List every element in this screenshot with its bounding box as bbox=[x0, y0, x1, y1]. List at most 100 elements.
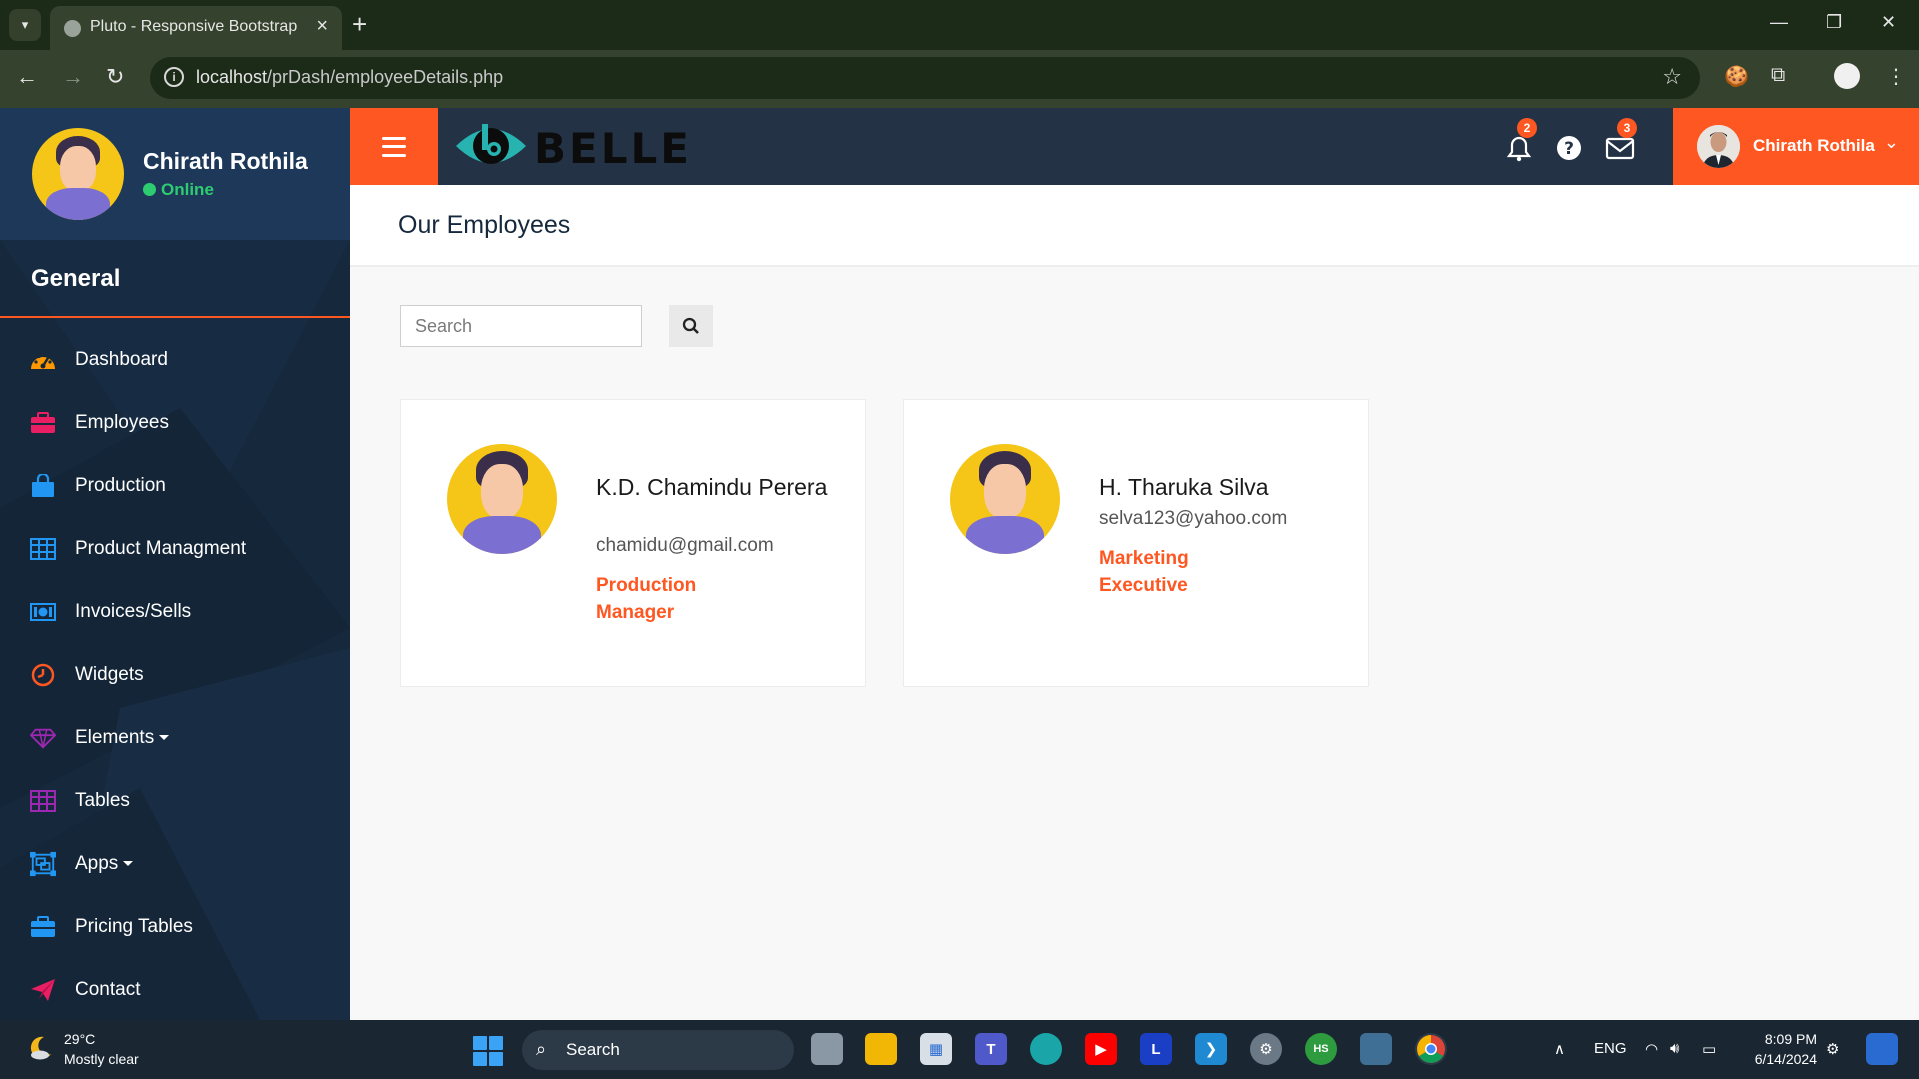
language-indicator[interactable]: ENG bbox=[1594, 1040, 1627, 1057]
employee-email: selva123@yahoo.com bbox=[1099, 508, 1288, 529]
url-text[interactable]: localhost/prDash/employeeDetails.php bbox=[196, 67, 503, 88]
sidebar-item-employees[interactable]: Employees bbox=[0, 403, 350, 443]
object-group-icon bbox=[30, 851, 56, 877]
weather-temperature: 29°C bbox=[64, 1031, 96, 1047]
page-title: Our Employees bbox=[398, 211, 571, 239]
section-divider bbox=[0, 316, 350, 318]
sidebar-user-avatar bbox=[32, 128, 124, 220]
sidebar-item-pricing-tables[interactable]: Pricing Tables bbox=[0, 907, 350, 947]
employee-email: chamidu@gmail.com bbox=[596, 535, 774, 556]
caret-down-icon bbox=[123, 861, 134, 866]
task-view-icon[interactable] bbox=[811, 1033, 843, 1065]
minimize-button[interactable]: — bbox=[1770, 12, 1788, 33]
employee-search-input[interactable] bbox=[400, 305, 642, 347]
sidebar-item-tables[interactable]: Tables bbox=[0, 781, 350, 821]
new-tab-button[interactable]: + bbox=[352, 9, 367, 39]
profile-avatar-icon[interactable] bbox=[1834, 63, 1860, 89]
windows-start-icon[interactable] bbox=[473, 1036, 503, 1066]
close-tab-icon[interactable]: × bbox=[316, 15, 328, 38]
clock-date[interactable]: 6/14/2024 bbox=[1740, 1051, 1817, 1067]
brand-eye-icon bbox=[456, 124, 526, 164]
restore-button[interactable]: ❐ bbox=[1826, 12, 1842, 33]
sidebar-toggle-button[interactable] bbox=[350, 108, 438, 185]
sidebar-user-panel: Chirath Rothila Online bbox=[0, 108, 350, 240]
taskbar-search-box[interactable]: ⌕ Search bbox=[522, 1030, 794, 1070]
back-icon[interactable]: ← bbox=[16, 64, 38, 90]
brand-name: BELLE bbox=[534, 124, 692, 173]
sidebar-item-elements[interactable]: Elements bbox=[0, 718, 350, 758]
hamburger-icon bbox=[382, 136, 406, 157]
settings-gear-icon[interactable]: ⚙ bbox=[1250, 1033, 1282, 1065]
employee-name: K.D. Chamindu Perera bbox=[596, 474, 828, 500]
site-info-icon[interactable]: i bbox=[164, 67, 184, 87]
caret-down-icon bbox=[159, 735, 170, 740]
cookie-extension-icon[interactable]: 🍪 bbox=[1724, 64, 1749, 89]
extensions-puzzle-icon[interactable]: ⧉ bbox=[1771, 64, 1785, 87]
sidebar-item-apps[interactable]: Apps bbox=[0, 844, 350, 884]
show-hidden-icons-chevron[interactable]: ∧ bbox=[1554, 1040, 1565, 1058]
sidebar-item-contact[interactable]: Contact bbox=[0, 970, 350, 1010]
sidebar-item-widgets[interactable]: Widgets bbox=[0, 655, 350, 695]
wifi-icon[interactable]: ◠ bbox=[1645, 1040, 1658, 1058]
tab-title: Pluto - Responsive Bootstrap Ad bbox=[90, 18, 300, 35]
employee-avatar bbox=[950, 444, 1060, 554]
header-user-name: Chirath Rothila bbox=[1753, 136, 1875, 155]
hs-app-icon[interactable]: HS bbox=[1305, 1033, 1337, 1065]
window-close-button[interactable]: ✕ bbox=[1881, 12, 1896, 33]
employee-card[interactable]: K.D. Chamindu Perera chamidu@gmail.com P… bbox=[400, 399, 866, 687]
weather-description: Mostly clear bbox=[64, 1051, 139, 1067]
battery-icon[interactable]: ▭ bbox=[1702, 1040, 1716, 1058]
address-bar[interactable]: i localhost/prDash/employeeDetails.php ☆ bbox=[150, 57, 1700, 99]
online-dot-icon bbox=[143, 183, 156, 196]
online-status: Online bbox=[143, 180, 214, 200]
file-explorer-icon[interactable] bbox=[865, 1033, 897, 1065]
bookmark-star-icon[interactable]: ☆ bbox=[1662, 64, 1682, 90]
clock-icon bbox=[30, 663, 56, 687]
app-header: BELLE 2 ? 3 Chirath Rothila ⌄ bbox=[350, 108, 1919, 185]
reload-icon[interactable]: ↻ bbox=[106, 64, 124, 90]
employee-name: H. Tharuka Silva bbox=[1099, 474, 1269, 500]
dashboard-icon bbox=[30, 348, 56, 372]
sidebar-item-production[interactable]: Production bbox=[0, 466, 350, 506]
employee-role: Marketing Executive bbox=[1099, 548, 1189, 596]
chrome-icon[interactable] bbox=[1415, 1033, 1447, 1065]
windows-taskbar: 29°C Mostly clear ⌕ Search ▦ T ▶ L ❯ ⚙ H… bbox=[0, 1020, 1919, 1079]
volume-icon[interactable]: 🔊︎ bbox=[1670, 1040, 1679, 1057]
sidebar-item-dashboard[interactable]: Dashboard bbox=[0, 340, 350, 380]
sidebar: Chirath Rothila Online General Dashboard… bbox=[0, 108, 350, 1020]
clock-time[interactable]: 8:09 PM bbox=[1757, 1031, 1817, 1047]
teams-icon[interactable]: T bbox=[975, 1033, 1007, 1065]
sidebar-item-product-managment[interactable]: Product Managment bbox=[0, 529, 350, 569]
browser-tab[interactable]: Pluto - Responsive Bootstrap Ad × bbox=[50, 6, 342, 50]
edge-icon[interactable] bbox=[1030, 1033, 1062, 1065]
employee-avatar bbox=[447, 444, 557, 554]
sidebar-user-name: Chirath Rothila bbox=[143, 148, 308, 174]
notification-bell-icon[interactable]: ⚙ bbox=[1826, 1040, 1839, 1058]
more-menu-icon[interactable]: ⋮ bbox=[1886, 64, 1906, 89]
main-content: Our Employees K.D. Chamindu Perera chami… bbox=[350, 185, 1919, 1020]
sidebar-section-title: General bbox=[31, 265, 121, 292]
weather-moon-icon[interactable] bbox=[26, 1034, 54, 1062]
notifications-button[interactable]: 2 bbox=[1505, 118, 1537, 162]
microsoft-store-icon[interactable]: ▦ bbox=[920, 1033, 952, 1065]
help-button[interactable]: ? bbox=[1555, 134, 1583, 162]
youtube-icon[interactable]: ▶ bbox=[1085, 1033, 1117, 1065]
paper-plane-icon bbox=[30, 978, 56, 1002]
sidebar-item-invoices[interactable]: Invoices/Sells bbox=[0, 592, 350, 632]
mysql-workbench-icon[interactable] bbox=[1360, 1033, 1392, 1065]
svg-text:?: ? bbox=[1564, 139, 1574, 159]
search-button[interactable] bbox=[669, 305, 713, 347]
copilot-icon[interactable] bbox=[1866, 1033, 1898, 1065]
messages-button[interactable]: 3 bbox=[1605, 118, 1637, 162]
message-count-badge: 3 bbox=[1617, 118, 1637, 138]
vscode-icon[interactable]: ❯ bbox=[1195, 1033, 1227, 1065]
table-grid-icon bbox=[30, 789, 56, 813]
briefcase-icon bbox=[30, 915, 56, 939]
forward-icon[interactable]: → bbox=[62, 64, 84, 90]
l-app-icon[interactable]: L bbox=[1140, 1033, 1172, 1065]
tab-search-button[interactable]: ▾ bbox=[9, 9, 41, 41]
envelope-icon bbox=[1605, 137, 1635, 160]
user-menu-dropdown[interactable]: Chirath Rothila ⌄ bbox=[1673, 108, 1919, 185]
employee-card[interactable]: H. Tharuka Silva selva123@yahoo.com Mark… bbox=[903, 399, 1369, 687]
browser-tab-strip: ▾ Pluto - Responsive Bootstrap Ad × + — … bbox=[0, 0, 1919, 50]
